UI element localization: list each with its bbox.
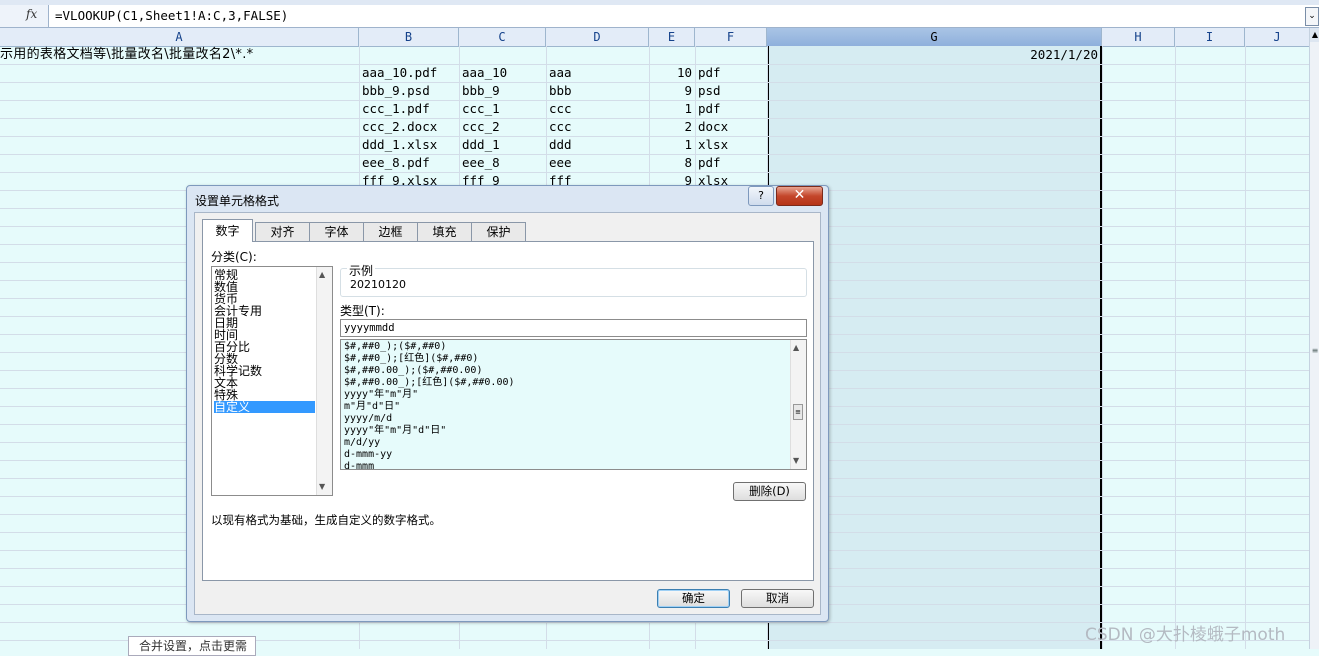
- vertical-scrollbar[interactable]: ▲ ≡: [1309, 28, 1319, 649]
- format-code-item[interactable]: yyyy/m/d: [344, 413, 392, 425]
- cell-c5[interactable]: ccc_2: [462, 118, 544, 136]
- cell-e7[interactable]: 8: [650, 154, 692, 172]
- cell-e6[interactable]: 1: [650, 136, 692, 154]
- cell-b3[interactable]: bbb_9.psd: [362, 82, 457, 100]
- cell-d3[interactable]: bbb: [549, 82, 647, 100]
- column-header-a[interactable]: A: [0, 28, 359, 46]
- bottom-tooltip: 合并设置，点击更需: [128, 636, 256, 656]
- cell-b7[interactable]: eee_8.pdf: [362, 154, 457, 172]
- column-header-g[interactable]: G: [767, 28, 1102, 46]
- insert-function-box[interactable]: fx: [0, 5, 49, 27]
- scroll-down-arrow-icon[interactable]: ▼: [793, 456, 799, 465]
- number-tab-panel: 分类(C): 常规 数值 货币 会计专用 日期 时间 百分比 分数 科学记数 文本 特殊 自定义 ▲ …: [202, 241, 814, 581]
- cell-a1[interactable]: 示用的表格文档等\批量改名\批量改名2\*.*: [0, 46, 253, 64]
- format-list-scrollbar[interactable]: ▲ ≡ ▼: [790, 340, 806, 469]
- scroll-up-icon[interactable]: ▲: [1310, 28, 1319, 42]
- cancel-button[interactable]: 取消: [741, 589, 814, 608]
- tab-border[interactable]: 边框: [363, 222, 418, 241]
- cell-f5[interactable]: docx: [698, 118, 764, 136]
- dialog-title: 设置单元格格式: [195, 194, 280, 208]
- cell-d7[interactable]: eee: [549, 154, 647, 172]
- cell-f4[interactable]: pdf: [698, 100, 764, 118]
- format-description: 以现有格式为基础，生成自定义的数字格式。: [211, 513, 441, 527]
- format-code-list[interactable]: $#,##0_);($#,##0) $#,##0_);[红色]($#,##0) $#…: [340, 339, 807, 470]
- format-code-item[interactable]: $#,##0_);[红色]($#,##0): [344, 353, 478, 365]
- tab-alignment[interactable]: 对齐: [255, 222, 310, 241]
- cell-d6[interactable]: ddd: [549, 136, 647, 154]
- tab-protection[interactable]: 保护: [471, 222, 526, 241]
- tab-number[interactable]: 数字: [202, 219, 253, 242]
- format-code-item[interactable]: yyyy"年"m"月": [344, 389, 418, 401]
- cell-c4[interactable]: ccc_1: [462, 100, 544, 118]
- scroll-up-arrow-icon[interactable]: ▲: [793, 343, 799, 352]
- close-button[interactable]: ✕: [776, 186, 823, 206]
- cell-c2[interactable]: aaa_10: [462, 64, 544, 82]
- column-header-e[interactable]: E: [649, 28, 695, 46]
- type-label: 类型(T):: [340, 304, 385, 318]
- cell-e3[interactable]: 9: [650, 82, 692, 100]
- cell-c7[interactable]: eee_8: [462, 154, 544, 172]
- format-code-item[interactable]: yyyy"年"m"月"d"日": [344, 425, 446, 437]
- cell-e4[interactable]: 1: [650, 100, 692, 118]
- ok-button[interactable]: 确定: [657, 589, 730, 608]
- category-scrollbar[interactable]: ▲ ▼: [316, 267, 332, 495]
- cell-c6[interactable]: ddd_1: [462, 136, 544, 154]
- tab-fill[interactable]: 填充: [417, 222, 472, 241]
- format-code-item[interactable]: $#,##0.00_);[红色]($#,##0.00): [344, 377, 515, 389]
- cell-e2[interactable]: 10: [650, 64, 692, 82]
- category-label: 分类(C):: [211, 250, 257, 264]
- cell-b4[interactable]: ccc_1.pdf: [362, 100, 457, 118]
- help-button[interactable]: ?: [748, 186, 774, 206]
- tab-font[interactable]: 字体: [309, 222, 364, 241]
- scroll-up-arrow-icon[interactable]: ▲: [319, 270, 325, 279]
- scroll-down-arrow-icon[interactable]: ▼: [319, 482, 325, 491]
- type-input[interactable]: yyyymmdd: [340, 319, 807, 337]
- column-header-d[interactable]: D: [546, 28, 649, 46]
- formula-input[interactable]: =VLOOKUP(C1,Sheet1!A:C,3,FALSE): [55, 8, 288, 23]
- sample-group: 20210120: [340, 268, 807, 297]
- format-code-item[interactable]: d-mmm-yy: [344, 449, 392, 461]
- cell-g1[interactable]: 2021/1/20: [770, 46, 1098, 64]
- cell-b2[interactable]: aaa_10.pdf: [362, 64, 457, 82]
- format-code-item[interactable]: $#,##0_);($#,##0): [344, 341, 446, 353]
- format-code-item[interactable]: m"月"d"日": [344, 401, 400, 413]
- cell-f7[interactable]: pdf: [698, 154, 764, 172]
- column-header-b[interactable]: B: [359, 28, 459, 46]
- scroll-grip-icon[interactable]: ≡: [1310, 346, 1319, 356]
- format-code-item[interactable]: d-mmm: [344, 461, 374, 469]
- sample-value: 20210120: [350, 278, 406, 291]
- watermark: CSDN @大扑棱蛾子moth: [1085, 625, 1286, 645]
- cell-d5[interactable]: ccc: [549, 118, 647, 136]
- column-headers: A B C D E F G H I J: [0, 28, 1310, 47]
- cell-b5[interactable]: ccc_2.docx: [362, 118, 457, 136]
- sample-label: 示例: [347, 262, 376, 279]
- formula-expand-button[interactable]: ⌄: [1305, 7, 1319, 26]
- cell-d2[interactable]: aaa: [549, 64, 647, 82]
- format-cells-dialog: 设置单元格格式 ? ✕ 数字 对齐 字体 边框 填充 保护 分类(C): 常规数…: [186, 185, 829, 622]
- column-header-h[interactable]: H: [1102, 28, 1175, 46]
- category-list[interactable]: 常规 数值 货币 会计专用 日期 时间 百分比 分数 科学记数 文本 特殊 自定义 ▲ ▼: [211, 266, 333, 496]
- fx-icon[interactable]: fx: [26, 7, 37, 21]
- format-code-item[interactable]: m/d/yy: [344, 437, 380, 449]
- cell-f2[interactable]: pdf: [698, 64, 764, 82]
- column-header-j[interactable]: J: [1245, 28, 1310, 46]
- column-header-i[interactable]: I: [1175, 28, 1245, 46]
- format-code-item[interactable]: $#,##0.00_);($#,##0.00): [344, 365, 482, 377]
- scroll-thumb[interactable]: ≡: [793, 404, 803, 420]
- column-header-f[interactable]: F: [695, 28, 767, 46]
- column-header-c[interactable]: C: [459, 28, 546, 46]
- cell-c3[interactable]: bbb_9: [462, 82, 544, 100]
- delete-button[interactable]: 删除(D): [733, 482, 806, 501]
- cell-f3[interactable]: psd: [698, 82, 764, 100]
- formula-bar: fx =VLOOKUP(C1,Sheet1!A:C,3,FALSE) ⌄: [0, 5, 1319, 28]
- category-item[interactable]: 自定义: [214, 401, 315, 413]
- dialog-body: 数字 对齐 字体 边框 填充 保护 分类(C): 常规 数值 货币 会计专用 日期 时间百…: [194, 212, 821, 615]
- cell-e5[interactable]: 2: [650, 118, 692, 136]
- cell-d4[interactable]: ccc: [549, 100, 647, 118]
- cell-b6[interactable]: ddd_1.xlsx: [362, 136, 457, 154]
- cell-f6[interactable]: xlsx: [698, 136, 764, 154]
